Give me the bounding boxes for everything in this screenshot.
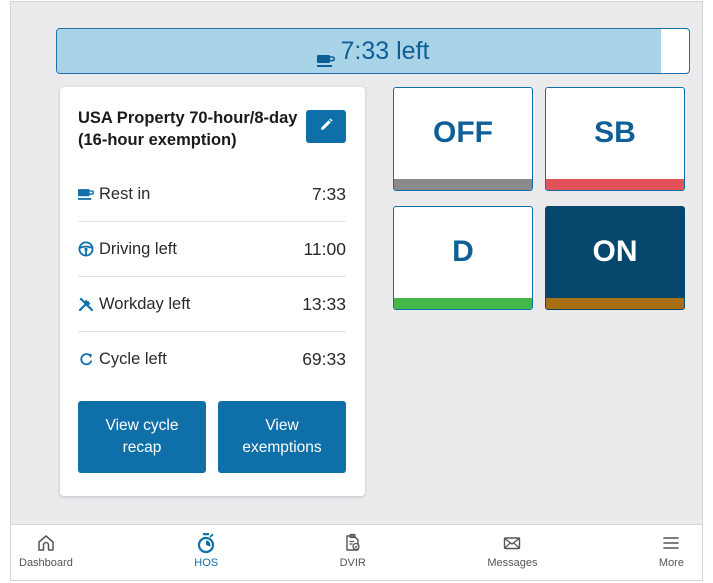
hos-screen: 7:33 left USA Property 70-hour/8-day (16… xyxy=(10,1,703,581)
inspection-icon xyxy=(342,532,364,554)
status-stripe xyxy=(546,298,684,309)
steering-wheel-icon xyxy=(78,241,94,257)
status-d-button[interactable]: D xyxy=(393,206,533,310)
nav-label: Messages xyxy=(487,557,538,569)
status-label: D xyxy=(452,235,474,268)
stat-value: 13:33 xyxy=(302,293,346,314)
edit-ruleset-button[interactable] xyxy=(306,110,346,143)
ruleset-title: USA Property 70-hour/8-day (16-hour exem… xyxy=(78,109,298,149)
envelope-icon xyxy=(501,532,523,554)
stat-value: 69:33 xyxy=(302,349,346,369)
stat-value: 7:33 xyxy=(311,183,346,204)
rest-timer-bar: 7:33 left xyxy=(56,28,690,74)
stopwatch-icon xyxy=(195,532,217,554)
nav-label: HOS xyxy=(194,557,219,569)
status-label: SB xyxy=(594,116,636,149)
nav-label: DVIR xyxy=(339,557,366,569)
timer-text: 7:33 left xyxy=(340,36,430,65)
hos-summary-card: USA Property 70-hour/8-day (16-hour exem… xyxy=(60,87,365,496)
nav-label: More xyxy=(658,557,684,569)
cycle-icon xyxy=(78,352,94,368)
status-label: ON xyxy=(592,235,638,268)
stat-label: Driving left xyxy=(99,239,177,258)
bottom-nav: Dashboard HOS DVIR Messages More xyxy=(11,524,702,580)
view-exemptions-button[interactable]: View exemptions xyxy=(218,401,346,473)
status-label: OFF xyxy=(433,116,493,149)
status-stripe xyxy=(394,298,532,309)
nav-hos[interactable]: HOS xyxy=(194,525,219,580)
timer-content: 7:33 left xyxy=(57,29,689,73)
stat-label: Rest in xyxy=(99,184,151,203)
status-on-button[interactable]: ON xyxy=(545,206,685,310)
stat-label: Workday left xyxy=(99,294,191,313)
nav-messages[interactable]: Messages xyxy=(487,525,538,580)
nav-dvir[interactable]: DVIR xyxy=(339,525,366,580)
stat-row-workday: Workday left 13:33 xyxy=(78,277,346,332)
coffee-cup-icon xyxy=(78,186,94,202)
stat-row-rest: Rest in 7:33 xyxy=(78,167,346,222)
status-off-button[interactable]: OFF xyxy=(393,87,533,191)
home-icon xyxy=(35,532,57,554)
tools-icon xyxy=(78,296,94,312)
pencil-icon xyxy=(319,118,333,135)
nav-dashboard[interactable]: Dashboard xyxy=(19,525,73,580)
status-sb-button[interactable]: SB xyxy=(545,87,685,191)
stat-row-cycle: Cycle left 69:33 xyxy=(78,332,346,387)
stat-value: 11:00 xyxy=(303,238,347,259)
nav-more[interactable]: More xyxy=(658,525,684,580)
status-stripe xyxy=(394,179,532,190)
nav-label: Dashboard xyxy=(19,557,73,569)
status-stripe xyxy=(546,179,684,190)
view-cycle-recap-button[interactable]: View cycle recap xyxy=(78,401,206,473)
stat-label: Cycle left xyxy=(99,350,167,368)
menu-icon xyxy=(660,532,682,554)
stat-row-driving: Driving left 11:00 xyxy=(78,222,346,277)
coffee-cup-icon xyxy=(316,46,335,67)
